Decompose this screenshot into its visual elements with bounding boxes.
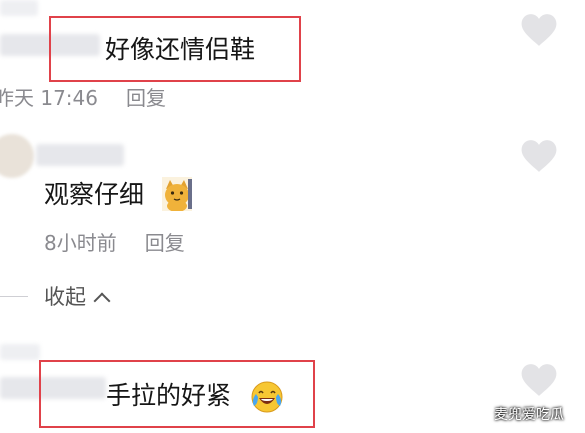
comment-meta-2: 8小时前 回复 <box>44 231 185 255</box>
comment-time: 8小时前 <box>44 231 117 255</box>
cat-emoji-icon <box>162 177 192 212</box>
like-button[interactable] <box>520 138 558 174</box>
heart-icon <box>521 364 557 396</box>
comment-text-3: 手拉的好紧 <box>106 381 232 410</box>
watermark: 麦兜爱吃瓜 <box>494 407 564 423</box>
divider <box>0 296 28 297</box>
reply-button[interactable]: 回复 <box>126 86 166 110</box>
comment-time: 昨天 17:46 <box>0 86 98 110</box>
comment-meta-1: 昨天 17:46 回复 <box>0 86 166 110</box>
blurred-username <box>0 0 38 16</box>
collapse-label: 收起 <box>44 285 86 309</box>
comment-text-1: 好像还情侣鞋 <box>105 35 256 64</box>
heart-icon <box>521 140 557 172</box>
avatar[interactable] <box>0 134 34 178</box>
reply-button[interactable]: 回复 <box>145 231 185 255</box>
laugh-cry-emoji-icon <box>250 380 284 414</box>
blurred-username <box>36 144 124 166</box>
like-button[interactable] <box>520 12 558 48</box>
collapse-replies-button[interactable]: 收起 <box>44 284 111 310</box>
comment-text-2: 观察仔细 <box>44 180 145 209</box>
blurred-username <box>0 344 40 360</box>
like-button[interactable] <box>520 362 558 398</box>
chevron-up-icon <box>93 292 111 310</box>
heart-icon <box>521 14 557 46</box>
